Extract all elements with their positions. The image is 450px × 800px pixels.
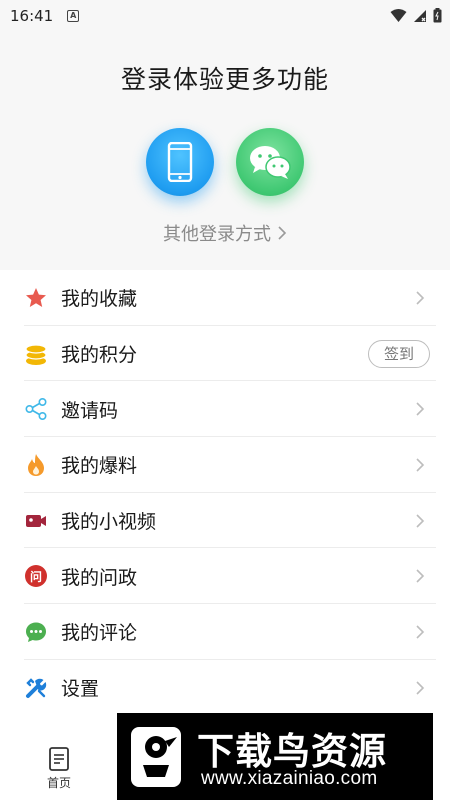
menu-item-label: 我的收藏 bbox=[61, 288, 138, 311]
menu-item-favorites[interactable]: 我的收藏 bbox=[0, 270, 450, 326]
menu-item-comments[interactable]: 我的评论 bbox=[0, 604, 450, 660]
checkin-button[interactable]: 签到 bbox=[367, 339, 430, 368]
tab-home-label: 首页 bbox=[46, 776, 71, 790]
menu-item-points[interactable]: 我的积分 签到 bbox=[0, 326, 450, 382]
menu-item-label: 我的问政 bbox=[61, 566, 138, 589]
menu-item-inquiries[interactable]: 问 我的问政 bbox=[0, 548, 450, 604]
flame-icon bbox=[24, 453, 48, 477]
chevron-right-icon bbox=[416, 681, 425, 695]
menu-item-label: 我的积分 bbox=[61, 344, 138, 367]
watermark-url: www.xiazainiao.com bbox=[201, 768, 378, 789]
chevron-right-icon bbox=[416, 514, 425, 528]
phone-login-button[interactable] bbox=[146, 128, 214, 196]
question-icon: 问 bbox=[24, 564, 48, 588]
menu-item-label: 我的爆料 bbox=[61, 455, 138, 478]
watermark-title: 下载鸟资源 bbox=[197, 730, 387, 773]
wechat-icon bbox=[250, 146, 291, 179]
chevron-right-icon bbox=[416, 291, 425, 305]
status-time: 16:41 bbox=[10, 7, 54, 25]
wifi-icon bbox=[390, 8, 407, 22]
bird-logo-icon bbox=[131, 727, 181, 787]
chevron-right-icon bbox=[416, 458, 425, 472]
phone-icon bbox=[167, 142, 193, 182]
question-icon-glyph: 问 bbox=[25, 565, 47, 588]
star-icon bbox=[24, 286, 48, 310]
video-icon bbox=[24, 509, 48, 533]
menu-item-tips[interactable]: 我的爆料 bbox=[0, 437, 450, 493]
wechat-login-button[interactable] bbox=[236, 128, 304, 196]
cellular-signal-icon bbox=[414, 9, 426, 22]
coins-icon bbox=[24, 342, 48, 366]
menu-item-short-videos[interactable]: 我的小视频 bbox=[0, 493, 450, 549]
menu-item-label: 我的小视频 bbox=[61, 511, 157, 534]
chevron-right-icon bbox=[278, 226, 287, 240]
settings-icon bbox=[24, 676, 48, 700]
comment-icon bbox=[24, 620, 48, 644]
other-login-label: 其他登录方式 bbox=[163, 224, 271, 245]
watermark-banner: 下载鸟资源 www.xiazainiao.com bbox=[117, 713, 433, 800]
menu-item-label: 设置 bbox=[61, 678, 100, 701]
share-icon bbox=[24, 397, 48, 421]
chevron-right-icon bbox=[416, 625, 425, 639]
login-title: 登录体验更多功能 bbox=[120, 65, 329, 94]
menu-item-label: 邀请码 bbox=[61, 399, 119, 422]
menu-item-label: 我的评论 bbox=[61, 622, 138, 645]
tab-home[interactable]: 首页 bbox=[0, 742, 118, 800]
menu-list: 我的收藏 我的积分 签到 邀请码 我的爆料 我的小视频 问 我的问政 我的评论 … bbox=[0, 270, 450, 716]
status-icons bbox=[390, 8, 442, 23]
status-bar: 16:41 A bbox=[0, 0, 450, 32]
login-panel: 登录体验更多功能 其他登录方式 bbox=[0, 32, 450, 270]
chevron-right-icon bbox=[416, 402, 425, 416]
other-login-link[interactable]: 其他登录方式 bbox=[0, 220, 450, 246]
notification-icon: A bbox=[67, 10, 80, 22]
battery-icon bbox=[433, 8, 442, 23]
home-document-icon bbox=[49, 747, 69, 771]
menu-item-settings[interactable]: 设置 bbox=[0, 660, 450, 716]
menu-item-invite-code[interactable]: 邀请码 bbox=[0, 381, 450, 437]
chevron-right-icon bbox=[416, 569, 425, 583]
